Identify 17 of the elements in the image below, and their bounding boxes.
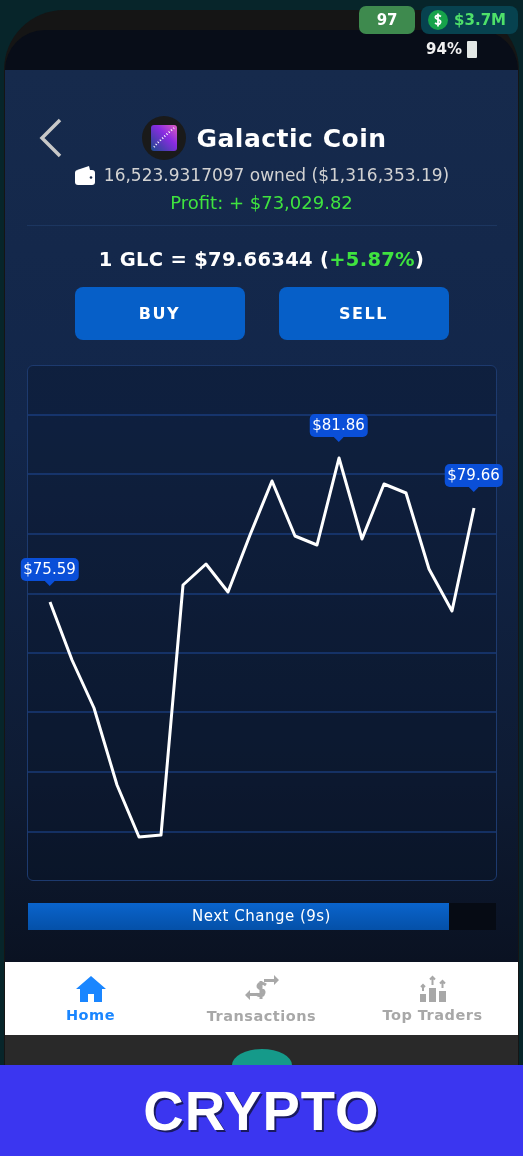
nav-tab[interactable]: Home [5,962,176,1035]
price-tag: $81.86 [309,414,368,437]
buy-button[interactable]: BUY [74,287,245,340]
coin-title: Galactic Coin [196,123,387,153]
nav-tab[interactable]: Transactions [176,962,347,1035]
profit-text: Profit: + $73,029.82 [170,192,353,213]
banner-title: CRYPTO [0,1065,523,1156]
battery-percent: 94% [426,40,462,58]
price-tag: $75.59 [20,558,79,581]
price-tag: $79.66 [444,464,503,487]
exchange-rate: 1 GLC = $79.66344 (+5.87%) [98,248,425,271]
sell-button[interactable]: SELL [278,287,449,340]
cash-badge: $3.7M [421,6,518,34]
timer-label: Next Change (9s) [191,906,332,927]
owned-amount: 16,523.9317097 owned ($1,316,353.19) [103,165,450,185]
level-badge: 97 [359,6,416,34]
nav-tab[interactable]: Top Traders [347,962,518,1035]
